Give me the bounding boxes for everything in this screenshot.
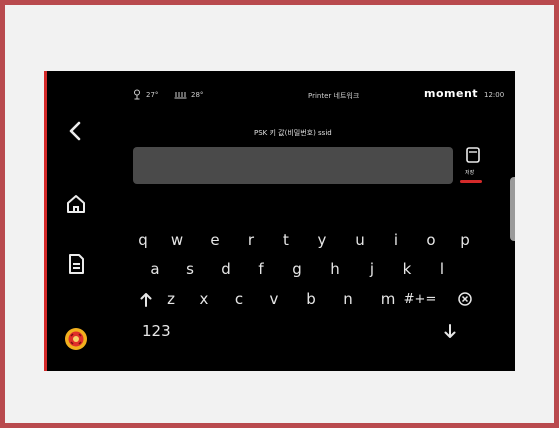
enter-icon[interactable] bbox=[444, 324, 456, 338]
temperature-2: 28° bbox=[191, 91, 204, 99]
back-icon[interactable] bbox=[64, 119, 88, 143]
key-numbers[interactable]: 123 bbox=[142, 322, 174, 340]
key-m[interactable]: m bbox=[378, 290, 398, 308]
shift-icon[interactable] bbox=[140, 293, 152, 307]
document-icon[interactable] bbox=[64, 252, 88, 276]
key-a[interactable]: a bbox=[145, 260, 165, 278]
heater-icon bbox=[174, 92, 187, 99]
thermometer-icon bbox=[134, 89, 140, 100]
key-s[interactable]: s bbox=[180, 260, 200, 278]
key-e[interactable]: e bbox=[205, 231, 225, 249]
key-v[interactable]: v bbox=[264, 290, 284, 308]
key-z[interactable]: z bbox=[161, 290, 181, 308]
save-underline bbox=[460, 180, 482, 183]
key-d[interactable]: d bbox=[216, 260, 236, 278]
psk-input[interactable] bbox=[133, 147, 453, 184]
home-icon[interactable] bbox=[64, 192, 88, 216]
save-icon[interactable] bbox=[458, 145, 488, 185]
key-q[interactable]: q bbox=[133, 231, 153, 249]
temperature-1: 27° bbox=[146, 91, 159, 99]
clock: 12:00 bbox=[484, 91, 505, 99]
save-button-label[interactable]: 저장 bbox=[465, 169, 474, 176]
key-o[interactable]: o bbox=[421, 231, 441, 249]
key-r[interactable]: r bbox=[241, 231, 261, 249]
key-w[interactable]: w bbox=[167, 231, 187, 249]
key-t[interactable]: t bbox=[276, 231, 296, 249]
key-y[interactable]: y bbox=[312, 231, 332, 249]
key-b[interactable]: b bbox=[301, 290, 321, 308]
key-n[interactable]: n bbox=[338, 290, 358, 308]
field-label: PSK 키 값(비밀번호) ssid bbox=[254, 129, 332, 137]
accent-bar bbox=[44, 71, 47, 371]
key-u[interactable]: u bbox=[350, 231, 370, 249]
alert-icon[interactable] bbox=[64, 327, 88, 351]
key-p[interactable]: p bbox=[455, 231, 475, 249]
key-j[interactable]: j bbox=[362, 260, 382, 278]
key-h[interactable]: h bbox=[325, 260, 345, 278]
device-screen: 27° 28° Printer 네트워크 moment 12:00 PSK 키 … bbox=[44, 71, 515, 371]
key-symbols[interactable]: #+= bbox=[399, 292, 441, 307]
brand-logo: moment bbox=[424, 87, 479, 100]
key-k[interactable]: k bbox=[397, 260, 417, 278]
page-title: Printer 네트워크 bbox=[308, 92, 360, 100]
key-i[interactable]: i bbox=[386, 231, 406, 249]
key-f[interactable]: f bbox=[251, 260, 271, 278]
delete-icon[interactable] bbox=[458, 292, 472, 306]
key-l[interactable]: l bbox=[432, 260, 452, 278]
key-x[interactable]: x bbox=[194, 290, 214, 308]
key-g[interactable]: g bbox=[287, 260, 307, 278]
scrollbar[interactable] bbox=[510, 177, 515, 241]
key-c[interactable]: c bbox=[229, 290, 249, 308]
